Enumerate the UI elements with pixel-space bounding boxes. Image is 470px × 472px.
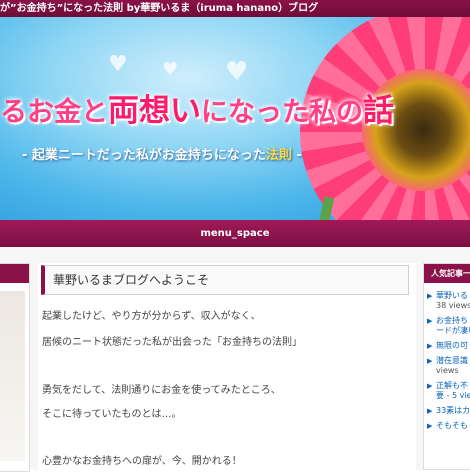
- popular-post-item[interactable]: ▶ 華野いる 38 views: [424, 291, 470, 311]
- banner-subline: - 起業ニートだった私がお金持ちになった法則 -: [22, 148, 302, 163]
- popular-post-item[interactable]: ▶ そもそも: [424, 421, 470, 431]
- popular-post-title[interactable]: お金持ち: [436, 316, 470, 326]
- post-paragraph: 心豊かなお金持ちへの扉が、今、開かれる！: [42, 456, 242, 467]
- arrow-right-icon: ▶: [427, 382, 433, 390]
- post-paragraph: 居候のニート状態だった私が出会った「お金持ちの法則」: [42, 337, 302, 348]
- flower-stem: [311, 196, 335, 220]
- site-title[interactable]: が”お金持ち”になった法則 by華野いるま（iruma hanano）ブログ: [0, 3, 318, 14]
- popular-post-item[interactable]: ▶ お金持ち ードが凄い: [424, 316, 470, 336]
- popular-post-item[interactable]: ▶ 正解も不 要 - 5 view: [424, 381, 470, 401]
- heart-icon: ♥: [162, 59, 179, 80]
- popular-post-title[interactable]: 無限の可: [436, 341, 470, 351]
- menu-label[interactable]: menu_space: [200, 228, 269, 239]
- arrow-right-icon: ▶: [427, 407, 433, 415]
- post-paragraph: 起業したけど、やり方が分からず、収入がなく、: [42, 311, 261, 322]
- arrow-right-icon: ▶: [427, 292, 433, 300]
- popular-post-title-cont[interactable]: ードが凄い: [436, 326, 470, 336]
- popular-post-title[interactable]: 正解も不: [436, 381, 470, 391]
- heart-icon: ♥: [108, 52, 128, 77]
- popular-post-title-cont[interactable]: 要 - 5 view: [436, 391, 470, 401]
- page-body: 華野いるまブログへようこそ 起業したけど、やり方が分からず、収入がなく、 居候の…: [0, 247, 470, 472]
- popular-posts-sidebar: 人気記事一 ▶ 華野いる 38 views ▶ お金持ち ードが凄い ▶ 無限の…: [423, 263, 470, 470]
- banner-headline: るお金と両想いになった私の話: [0, 93, 394, 129]
- popular-post-title[interactable]: 潜在意識: [436, 356, 470, 366]
- arrow-right-icon: ▶: [427, 357, 433, 365]
- header-banner[interactable]: ♥ ♥ ♥ るお金と両想いになった私の話 - 起業ニートだった私がお金持ちになっ…: [0, 17, 470, 220]
- profile-photo[interactable]: [0, 291, 25, 461]
- arrow-right-icon: ▶: [427, 422, 433, 430]
- popular-post-item[interactable]: ▶ 33素はカ: [424, 406, 470, 416]
- site-title-bar: が”お金持ち”になった法則 by華野いるま（iruma hanano）ブログ: [0, 0, 470, 17]
- post-paragraph: そこに待っていたものとは…。: [42, 409, 182, 420]
- popular-post-title[interactable]: 華野いる: [436, 291, 470, 301]
- popular-post-title[interactable]: そもそも: [436, 421, 470, 431]
- arrow-right-icon: ▶: [427, 342, 433, 350]
- post-paragraph: 勇気をだして、法則通りにお金を使ってみたところ、: [42, 385, 281, 396]
- popular-post-views: views: [436, 366, 459, 375]
- menu-bar: menu_space: [0, 220, 470, 247]
- left-column-header: [0, 264, 29, 283]
- left-profile-column: [0, 263, 30, 472]
- sidebar-heading: 人気記事一: [424, 264, 470, 283]
- main-content: 華野いるまブログへようこそ 起業したけど、やり方が分からず、収入がなく、 居候の…: [38, 263, 416, 470]
- popular-post-title[interactable]: 33素はカ: [436, 406, 470, 416]
- arrow-right-icon: ▶: [427, 317, 433, 325]
- popular-post-item[interactable]: ▶ 潜在意識 views: [424, 356, 470, 376]
- popular-post-views: 38 views: [436, 301, 470, 310]
- heart-icon: ♥: [225, 57, 249, 87]
- post-title: 華野いるまブログへようこそ: [41, 265, 409, 295]
- popular-post-item[interactable]: ▶ 無限の可: [424, 341, 470, 351]
